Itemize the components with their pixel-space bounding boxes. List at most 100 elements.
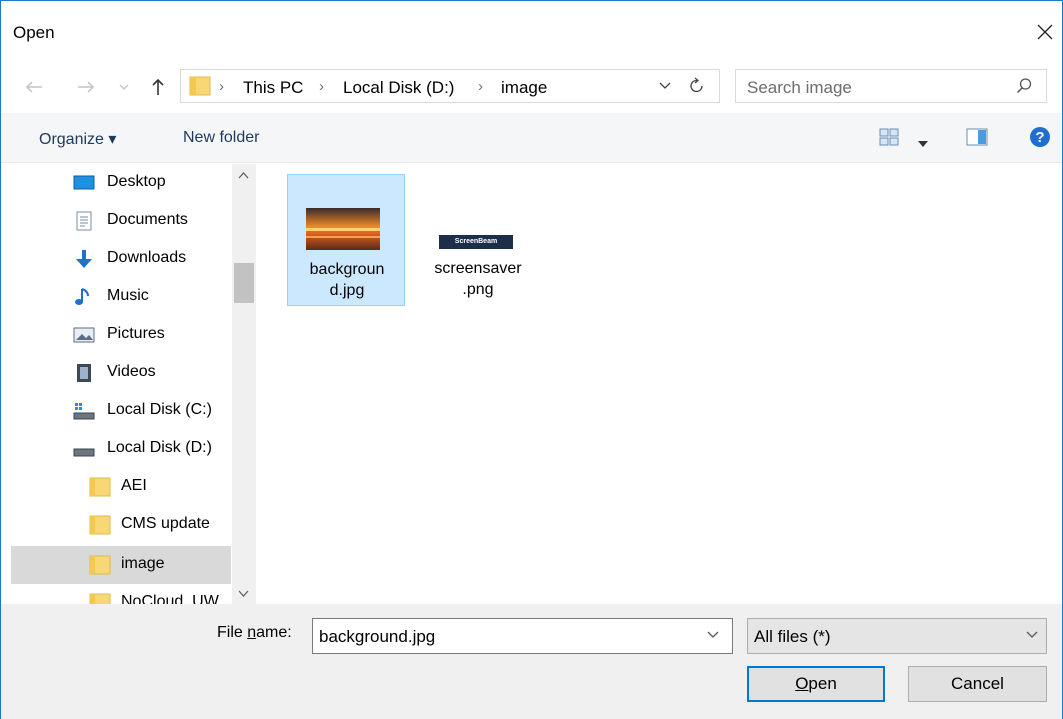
scroll-up-icon[interactable] [238,170,249,182]
help-button[interactable]: ? [1029,126,1051,153]
image-thumbnail-icon [306,208,380,250]
recent-locations-button[interactable] [113,76,135,98]
file-name-dropdown[interactable] [707,628,719,642]
address-dropdown-icon[interactable] [659,78,671,93]
file-item-background[interactable]: backgroun d.jpg [287,174,405,306]
search-icon [1016,78,1032,94]
label-accelerator: n [247,624,257,641]
nav-scrollbar[interactable] [232,164,256,604]
view-grid-icon [879,128,899,146]
scrollbar-thumb[interactable] [234,263,254,303]
nav-label: CMS update [121,515,210,532]
nav-label: AEI [121,477,147,494]
nav-label: Downloads [107,249,187,266]
new-folder-button[interactable]: New folder [183,129,259,147]
drive-c-icon [73,403,95,420]
folder-icon [89,477,111,497]
drive-d-icon [73,448,95,457]
file-type-dropdown[interactable] [1026,628,1038,642]
chevron-down-icon [1026,631,1038,638]
nav-item-documents[interactable]: Documents [11,202,231,240]
nav-label: Pictures [107,325,165,342]
button-label: pen [808,674,837,693]
help-icon: ? [1030,127,1050,147]
window-title: Open [13,23,55,42]
nav-item-nocloud[interactable]: NoCloud_UW [11,584,231,604]
file-item-screensaver[interactable]: ScreenBeam screensaver .png [419,174,537,306]
open-button[interactable]: Open [747,666,885,702]
folder-icon [189,76,211,96]
cancel-button[interactable]: Cancel [908,666,1047,702]
title-bar: Open [1,1,1062,63]
organize-button[interactable]: Organize ▾ [39,129,116,149]
label-text: ame: [256,624,292,641]
back-button[interactable] [23,76,45,98]
file-type-select[interactable]: All files (*) [747,618,1047,654]
forward-arrow-icon [78,81,95,93]
videos-icon [77,364,91,382]
documents-icon [76,211,92,231]
thumbnail-text: ScreenBeam [454,238,498,245]
music-icon [75,288,89,305]
nav-label: Desktop [107,173,166,190]
address-row: › This PC › Local Disk (D:) › image Sear… [1,63,1062,113]
chevron-down-icon [707,631,719,638]
button-label: Cancel [951,674,1004,693]
file-name-field[interactable]: background.jpg [319,627,435,647]
nav-item-aei[interactable]: AEI [11,468,231,506]
file-name-line: screensaver [434,260,522,277]
breadcrumb-image[interactable]: image [501,78,547,98]
forward-button[interactable] [75,76,97,98]
nav-item-downloads[interactable]: Downloads [11,240,231,278]
address-bar[interactable]: › This PC › Local Disk (D:) › image [180,69,720,103]
file-name-combobox[interactable]: background.jpg [312,618,733,654]
preview-pane-icon [966,128,988,146]
caret-down-icon [918,141,928,147]
desktop-icon [73,175,95,190]
bottom-panel: File name: background.jpg All files (*) … [1,604,1062,719]
file-name-line: d.jpg [329,282,365,299]
nav-label: Videos [107,363,156,380]
downloads-icon [76,250,92,268]
nav-item-music[interactable]: Music [11,278,231,316]
nav-label: Documents [107,211,188,228]
breadcrumb-separator: › [319,78,324,95]
file-name-label: File name: [217,624,292,642]
file-list: backgroun d.jpg ScreenBeam screensaver .… [257,164,1062,604]
view-options-dropdown[interactable] [918,134,928,152]
nav-item-pictures[interactable]: Pictures [11,316,231,354]
nav-item-local-disk-c[interactable]: Local Disk (C:) [11,392,231,430]
file-name-line: backgroun [309,261,385,278]
nav-label: Local Disk (D:) [107,439,212,456]
nav-label: Local Disk (C:) [107,401,212,418]
preview-pane-button[interactable] [966,128,988,151]
svg-text:?: ? [1035,129,1044,146]
breadcrumb-local-disk-d[interactable]: Local Disk (D:) [343,78,454,98]
nav-item-local-disk-d[interactable]: Local Disk (D:) [11,430,231,468]
refresh-button[interactable] [689,76,705,99]
search-input[interactable]: Search image [735,69,1047,103]
breadcrumb-separator: › [478,78,483,95]
label-text: File [217,624,248,641]
scroll-down-icon[interactable] [238,588,249,600]
nav-label: Music [107,287,149,304]
file-name: screensaver .png [419,258,537,300]
nav-item-cms-update[interactable]: CMS update [11,506,231,544]
nav-item-videos[interactable]: Videos [11,354,231,392]
close-button[interactable] [1028,15,1062,49]
change-view-button[interactable] [879,128,899,151]
nav-item-desktop[interactable]: Desktop [11,164,231,202]
chevron-down-icon [659,82,671,89]
command-bar: Organize ▾ New folder ? [1,113,1062,163]
chevron-up-icon [238,172,249,179]
button-accelerator: O [795,674,809,693]
refresh-icon [690,77,703,93]
search-placeholder: Search image [747,78,852,97]
folder-icon [89,593,111,604]
breadcrumb-this-pc[interactable]: This PC [243,78,303,98]
up-button[interactable] [147,76,169,98]
breadcrumb-separator: › [219,78,224,95]
nav-item-image[interactable]: image [11,546,231,584]
file-name-line: .png [462,281,494,298]
back-arrow-icon [25,81,42,93]
